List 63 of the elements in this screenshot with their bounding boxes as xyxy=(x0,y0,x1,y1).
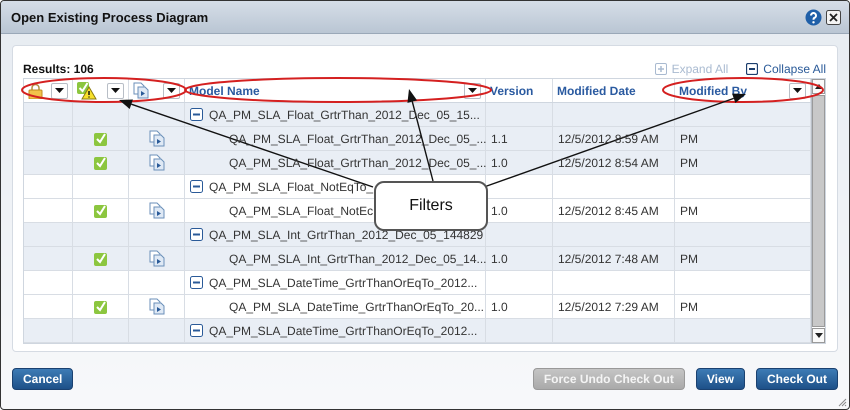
help-icon[interactable] xyxy=(805,8,822,26)
document-icon xyxy=(148,202,164,219)
document-icon xyxy=(133,82,149,99)
results-count: Results: 106 xyxy=(23,62,95,78)
collapse-icon[interactable] xyxy=(190,276,203,289)
document-icon xyxy=(148,154,164,171)
modified-by: PM xyxy=(680,132,698,146)
filter-dropdown[interactable] xyxy=(51,82,68,98)
document-icon xyxy=(148,130,164,147)
check-icon xyxy=(94,300,107,314)
check-warning-icon xyxy=(77,82,97,100)
modified-date: 12/5/2012 7:48 AM xyxy=(558,252,659,266)
dialog-button[interactable]: Check Out xyxy=(756,368,838,390)
close-icon[interactable] xyxy=(826,10,841,24)
version: 1.0 xyxy=(491,204,508,218)
check-icon xyxy=(94,252,107,266)
filter-dropdown[interactable] xyxy=(107,82,124,98)
column-header[interactable]: Version xyxy=(490,84,548,98)
minus-icon xyxy=(746,63,758,75)
collapse-icon[interactable] xyxy=(190,324,203,337)
scroll-up-icon[interactable] xyxy=(814,84,822,89)
window-title: Open Existing Process Diagram xyxy=(11,10,210,24)
resize-grip-icon[interactable] xyxy=(838,398,847,407)
collapse-icon[interactable] xyxy=(190,180,203,193)
collapse-icon[interactable] xyxy=(190,228,203,241)
plus-icon xyxy=(654,63,667,75)
check-icon xyxy=(94,156,107,170)
modified-date: 12/5/2012 8:54 AM xyxy=(558,156,659,170)
lock-icon xyxy=(28,82,43,98)
caret-icon xyxy=(793,88,802,93)
scroll-down-icon[interactable] xyxy=(814,333,822,338)
model-name: QA_PM_SLA_DateTime_GrtrThanOrEqTo_2012... xyxy=(209,324,478,338)
model-name: QA_PM_SLA_Int_GrtrThan_2012_Dec_05_14... xyxy=(229,252,486,266)
collapse-icon[interactable] xyxy=(190,108,203,121)
model-name: QA_PM_SLA_Float_NotEc xyxy=(229,204,374,218)
check-icon xyxy=(94,132,107,146)
modified-by: PM xyxy=(680,252,698,266)
callout-label: Filters xyxy=(374,181,488,231)
model-name: QA_PM_SLA_Float_NotEqTo_ xyxy=(209,180,374,194)
caret-icon xyxy=(468,88,477,93)
dialog-button[interactable]: View xyxy=(696,368,745,390)
modified-by: PM xyxy=(680,300,698,314)
model-name: QA_PM_SLA_DateTime_GrtrThanOrEqTo_20... xyxy=(229,300,484,314)
modified-date: 12/5/2012 7:29 AM xyxy=(558,300,659,314)
version: 1.0 xyxy=(491,156,508,170)
document-icon xyxy=(148,298,164,315)
column-header[interactable]: Modified Date xyxy=(557,84,670,98)
modified-date: 12/5/2012 8:45 AM xyxy=(558,204,659,218)
caret-icon xyxy=(167,88,176,93)
version: 1.1 xyxy=(491,132,508,146)
dialog-button[interactable]: Cancel xyxy=(12,368,74,390)
caret-icon xyxy=(55,88,64,93)
caret-icon xyxy=(111,88,120,93)
document-icon xyxy=(148,250,164,267)
modified-by: PM xyxy=(680,204,698,218)
collapse-all-link[interactable]: Collapse All xyxy=(746,61,826,78)
version: 1.0 xyxy=(491,300,508,314)
check-icon xyxy=(94,204,107,218)
model-name: QA_PM_SLA_DateTime_GrtrThanOrEqTo_2012... xyxy=(209,276,478,290)
version: 1.0 xyxy=(491,252,508,266)
scrollbar[interactable] xyxy=(811,79,825,343)
filter-dropdown[interactable] xyxy=(789,82,806,98)
modified-by: PM xyxy=(680,156,698,170)
